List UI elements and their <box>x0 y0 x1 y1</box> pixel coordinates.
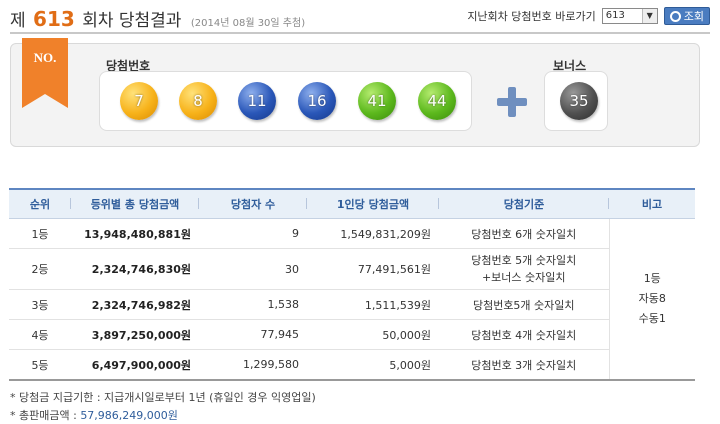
criteria-cell: 당첨번호 5개 숫자일치 +보너스 숫자일치 <box>439 248 609 290</box>
search-button[interactable]: 조회 <box>663 7 710 25</box>
goto-label: 지난회차 당첨번호 바로가기 <box>467 10 596 23</box>
prize-table: 순위 등위별 총 당첨금액 당첨자 수 1인당 당첨금액 당첨기준 비고 1등 … <box>9 188 695 381</box>
table-row: 3등 2,324,746,982원 1,538 1,511,539원 당첨번호5… <box>9 289 695 320</box>
note-cell: 1등 자동8 수동1 <box>608 218 695 381</box>
criteria-cell: 당첨번호5개 숫자일치 <box>439 289 609 320</box>
ball-number: 44 <box>418 82 456 120</box>
criteria-cell: 당첨번호 3개 숫자일치 <box>439 349 609 381</box>
total-sales-label: * 총판매금액 : <box>10 409 77 422</box>
ball-number: 41 <box>358 82 396 120</box>
table-row: 4등 3,897,250,000원 77,945 50,000원 당첨번호 4개… <box>9 319 695 350</box>
col-header: 1인당 당첨금액 <box>307 188 439 219</box>
page-title: 제 613 회차 당첨결과 (2014년 08월 30일 추첨) <box>10 6 305 31</box>
rank-cell: 1등 <box>9 218 71 249</box>
per-person-cell: 1,549,831,209원 <box>307 218 439 249</box>
rank-cell: 3등 <box>9 289 71 320</box>
ball-number: 11 <box>238 82 276 120</box>
round-select[interactable]: 613 ▼ <box>601 8 658 24</box>
per-person-cell: 1,511,539원 <box>307 289 439 320</box>
search-button-label: 조회 <box>683 10 704 23</box>
search-icon <box>669 10 681 22</box>
plus-icon <box>497 87 527 117</box>
title-suffix: 회차 당첨결과 <box>82 11 182 31</box>
round-navigator: 지난회차 당첨번호 바로가기 613 ▼ 조회 <box>467 7 710 25</box>
per-person-cell: 5,000원 <box>307 349 439 381</box>
no-ribbon-badge: NO. <box>22 38 68 108</box>
winners-cell: 77,945 <box>199 319 307 350</box>
total-prize-cell: 2,324,746,982원 <box>71 289 199 320</box>
bonus-ball-number: 35 <box>560 82 598 120</box>
chevron-down-icon[interactable]: ▼ <box>641 9 657 23</box>
winners-cell: 1,299,580 <box>199 349 307 381</box>
total-prize-cell: 6,497,900,000원 <box>71 349 199 381</box>
total-prize-cell: 2,324,746,830원 <box>71 248 199 290</box>
table-header-row: 순위 등위별 총 당첨금액 당첨자 수 1인당 당첨금액 당첨기준 비고 <box>9 188 695 219</box>
ball-number: 8 <box>179 82 217 120</box>
round-select-value: 613 <box>605 10 625 21</box>
rank-cell: 2등 <box>9 248 71 290</box>
per-person-cell: 50,000원 <box>307 319 439 350</box>
criteria-cell: 당첨번호 6개 숫자일치 <box>439 218 609 249</box>
round-number: 613 <box>33 7 75 31</box>
rank-cell: 4등 <box>9 319 71 350</box>
col-header: 등위별 총 당첨금액 <box>71 188 199 219</box>
page-header: 제 613 회차 당첨결과 (2014년 08월 30일 추첨) 지난회차 당첨… <box>10 4 710 32</box>
total-sales-note: * 총판매금액 : 57,986,249,000원 <box>10 407 178 423</box>
table-row: 1등 13,948,480,881원 9 1,549,831,209원 당첨번호… <box>9 218 695 381</box>
rank-cell: 5등 <box>9 349 71 381</box>
title-prefix: 제 <box>10 11 26 31</box>
col-header: 비고 <box>609 188 695 219</box>
header-divider <box>10 32 710 34</box>
draw-date: (2014년 08월 30일 추첨) <box>190 18 306 29</box>
total-prize-cell: 3,897,250,000원 <box>71 319 199 350</box>
per-person-cell: 77,491,561원 <box>307 248 439 290</box>
total-prize-cell: 13,948,480,881원 <box>71 218 199 249</box>
col-header: 당첨기준 <box>439 188 609 219</box>
payout-deadline-note: * 당첨금 지급기한 : 지급개시일로부터 1년 (휴일인 경우 익영업일) <box>10 391 316 404</box>
ball-number: 16 <box>298 82 336 120</box>
winners-cell: 1,538 <box>199 289 307 320</box>
total-sales-value: 57,986,249,000원 <box>80 409 178 422</box>
winners-cell: 9 <box>199 218 307 249</box>
table-row: 5등 6,497,900,000원 1,299,580 5,000원 당첨번호 … <box>9 349 695 381</box>
col-header: 당첨자 수 <box>199 188 307 219</box>
winners-cell: 30 <box>199 248 307 290</box>
col-header: 순위 <box>9 188 71 219</box>
table-row: 2등 2,324,746,830원 30 77,491,561원 당첨번호 5개… <box>9 248 695 290</box>
criteria-cell: 당첨번호 4개 숫자일치 <box>439 319 609 350</box>
ball-number: 7 <box>120 82 158 120</box>
